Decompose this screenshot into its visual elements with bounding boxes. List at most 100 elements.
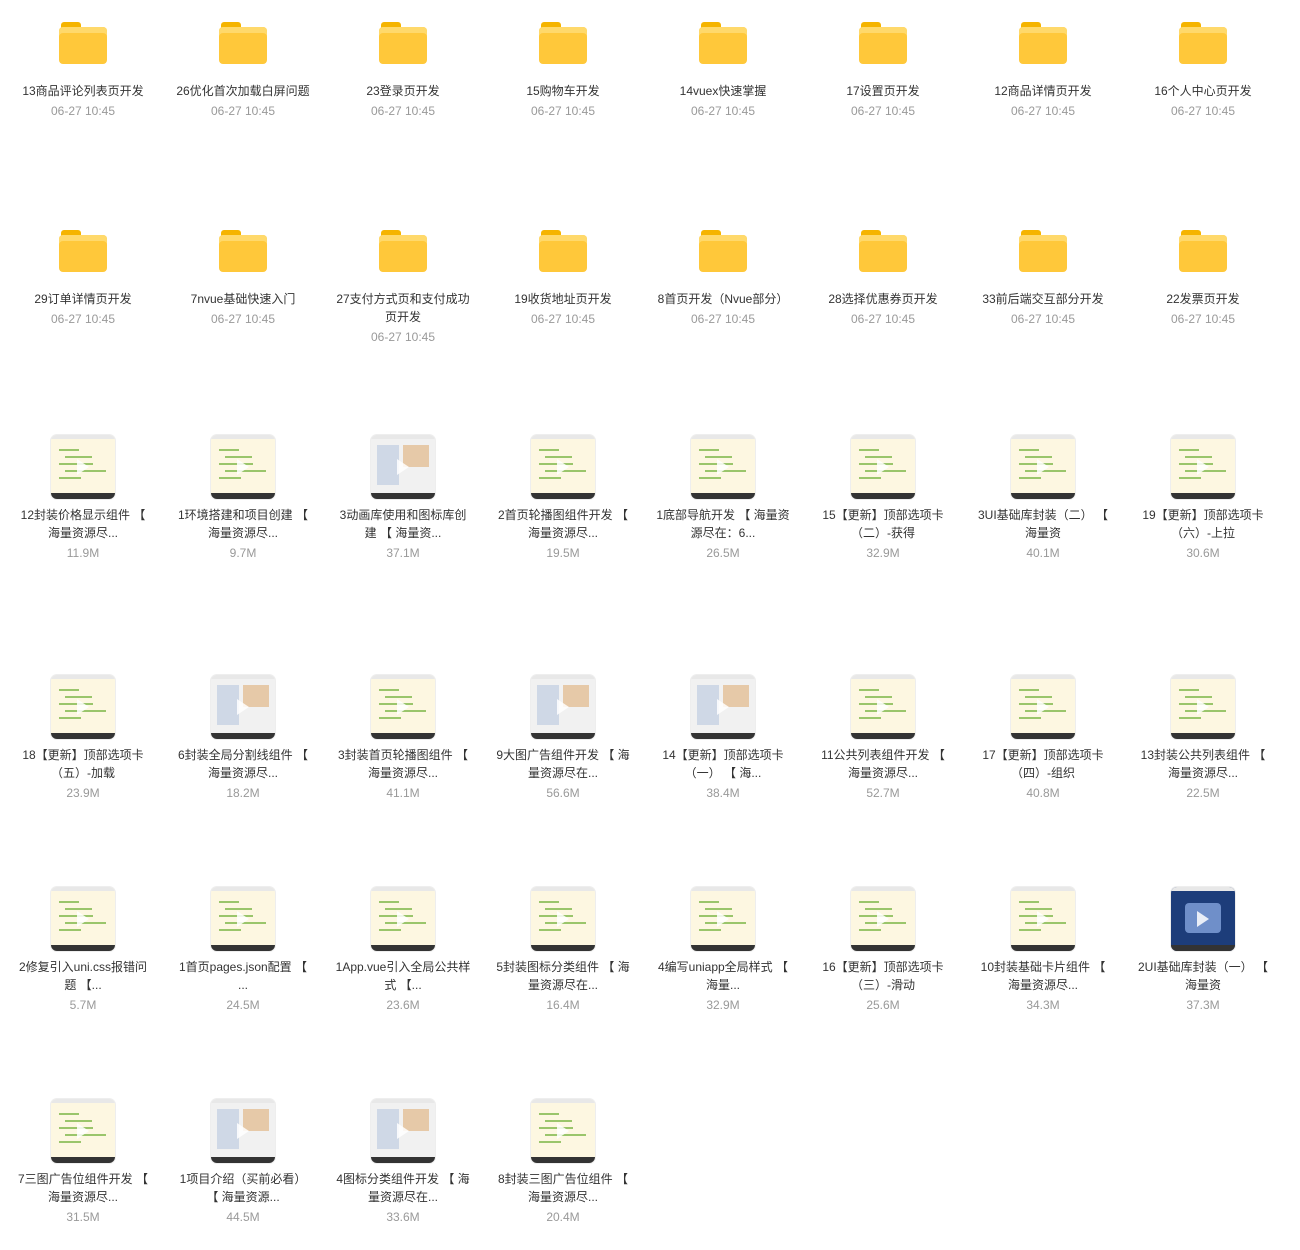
video-item[interactable]: 3封装首页轮播图组件 【 海量资源尽... 41.1M	[328, 672, 478, 802]
play-icon	[77, 1123, 89, 1139]
folder-icon	[1179, 22, 1227, 64]
taskbar	[531, 945, 595, 951]
code-line	[545, 908, 572, 910]
video-thumbnail	[1171, 675, 1235, 739]
video-item[interactable]: 19【更新】顶部选项卡（六）-上拉 30.6M	[1128, 432, 1278, 562]
folder-body	[219, 235, 267, 272]
code-line	[1019, 717, 1041, 719]
video-item[interactable]: 12封装价格显示组件 【 海量资源尽... 11.9M	[8, 432, 158, 562]
video-item[interactable]: 17【更新】顶部选项卡（四）-组织 40.8M	[968, 672, 1118, 802]
thumb-toolbar	[531, 435, 595, 439]
video-item[interactable]: 4编写uniapp全局样式 【 海量... 32.9M	[648, 884, 798, 1014]
video-name: 1首页pages.json配置 【 ...	[178, 960, 308, 992]
folder-item[interactable]: 17设置页开发 06-27 10:45	[808, 8, 958, 120]
folder-item[interactable]: 14vuex快速掌握 06-27 10:45	[648, 8, 798, 120]
video-item[interactable]: 1项目介绍（买前必看） 【 海量资源... 44.5M	[168, 1096, 318, 1226]
play-icon	[397, 1123, 409, 1139]
folder-item[interactable]: 33前后端交互部分开发 06-27 10:45	[968, 216, 1118, 328]
video-item[interactable]: 5封装图标分类组件 【 海量资源尽在... 16.4M	[488, 884, 638, 1014]
video-thumb-wrap	[968, 672, 1118, 742]
thumb-toolbar	[371, 1099, 435, 1103]
play-icon	[1037, 911, 1049, 927]
video-item[interactable]: 1App.vue引入全局公共样式 【... 23.6M	[328, 884, 478, 1014]
video-item[interactable]: 4图标分类组件开发 【 海量资源尽在... 33.6M	[328, 1096, 478, 1226]
video-item[interactable]: 2UI基础库封装（一） 【 海量资 37.3M	[1128, 884, 1278, 1014]
folder-name: 33前后端交互部分开发	[982, 292, 1104, 306]
video-name: 10封装基础卡片组件 【 海量资源尽...	[980, 960, 1106, 992]
video-item[interactable]: 14【更新】顶部选项卡（一） 【 海... 38.4M	[648, 672, 798, 802]
folder-item[interactable]: 23登录页开发 06-27 10:45	[328, 8, 478, 120]
code-line	[1185, 696, 1212, 698]
video-item[interactable]: 9大图广告组件开发 【 海量资源尽在... 56.6M	[488, 672, 638, 802]
video-size: 16.4M	[546, 998, 580, 1012]
play-icon	[237, 1123, 249, 1139]
thumb-toolbar	[371, 887, 435, 891]
video-thumbnail	[51, 675, 115, 739]
video-item[interactable]: 3UI基础库封装（二） 【 海量资 40.1M	[968, 432, 1118, 562]
video-size: 32.9M	[706, 998, 740, 1012]
play-icon	[237, 699, 249, 715]
video-thumb-wrap	[808, 672, 958, 742]
video-item[interactable]: 2修复引入uni.css报错问题 【... 5.7M	[8, 884, 158, 1014]
folder-item[interactable]: 19收货地址页开发 06-27 10:45	[488, 216, 638, 328]
video-item[interactable]: 3动画库使用和图标库创建 【 海量资... 37.1M	[328, 432, 478, 562]
video-thumbnail	[371, 887, 435, 951]
folder-item[interactable]: 28选择优惠券页开发 06-27 10:45	[808, 216, 958, 328]
video-thumb-wrap	[168, 884, 318, 954]
video-item[interactable]: 11公共列表组件开发 【 海量资源尽... 52.7M	[808, 672, 958, 802]
folder-date: 06-27 10:45	[850, 312, 916, 326]
folder-item[interactable]: 12商品详情页开发 06-27 10:45	[968, 8, 1118, 120]
video-thumbnail	[1171, 435, 1235, 499]
code-line	[705, 908, 732, 910]
folder-item[interactable]: 27支付方式页和支付成功页开发 06-27 10:45	[328, 216, 478, 346]
thumb-toolbar	[211, 1099, 275, 1103]
taskbar	[371, 945, 435, 951]
video-size: 41.1M	[386, 786, 420, 800]
video-size: 32.9M	[866, 546, 900, 560]
video-name: 4图标分类组件开发 【 海量资源尽在...	[336, 1172, 470, 1204]
thumb-toolbar	[211, 887, 275, 891]
video-item[interactable]: 16【更新】顶部选项卡（三）-滑动 25.6M	[808, 884, 958, 1014]
video-thumb-wrap	[648, 432, 798, 502]
folder-item[interactable]: 29订单详情页开发 06-27 10:45	[8, 216, 158, 328]
folder-item[interactable]: 16个人中心页开发 06-27 10:45	[1128, 8, 1278, 120]
video-item[interactable]: 13封装公共列表组件 【 海量资源尽... 22.5M	[1128, 672, 1278, 802]
video-item[interactable]: 1首页pages.json配置 【 ... 24.5M	[168, 884, 318, 1014]
video-item[interactable]: 8封装三图广告位组件 【 海量资源尽... 20.4M	[488, 1096, 638, 1226]
video-thumbnail	[1011, 675, 1075, 739]
code-line	[865, 696, 892, 698]
video-item[interactable]: 1环境搭建和项目创建 【 海量资源尽... 9.7M	[168, 432, 318, 562]
video-size: 18.2M	[226, 786, 260, 800]
folder-icon	[699, 22, 747, 64]
taskbar	[531, 733, 595, 739]
video-item[interactable]: 10封装基础卡片组件 【 海量资源尽... 34.3M	[968, 884, 1118, 1014]
folder-item[interactable]: 8首页开发（Nvue部分） 06-27 10:45	[648, 216, 798, 328]
video-name: 7三图广告位组件开发 【 海量资源尽...	[17, 1172, 148, 1204]
video-item[interactable]: 15【更新】顶部选项卡（二）-获得 32.9M	[808, 432, 958, 562]
code-line	[1025, 696, 1052, 698]
taskbar	[1011, 493, 1075, 499]
video-thumb-wrap	[328, 1096, 478, 1166]
video-item[interactable]: 6封装全局分割线组件 【 海量资源尽... 18.2M	[168, 672, 318, 802]
video-item[interactable]: 1底部导航开发 【 海量资源尽在：6... 26.5M	[648, 432, 798, 562]
folder-item[interactable]: 26优化首次加载白屏问题 06-27 10:45	[168, 8, 318, 120]
folder-name: 15购物车开发	[526, 84, 600, 98]
video-item[interactable]: 7三图广告位组件开发 【 海量资源尽... 31.5M	[8, 1096, 158, 1226]
folder-item[interactable]: 22发票页开发 06-27 10:45	[1128, 216, 1278, 328]
code-line	[379, 901, 399, 903]
play-icon	[717, 699, 729, 715]
folder-thumb	[168, 8, 318, 78]
video-thumbnail	[531, 675, 595, 739]
video-item[interactable]: 2首页轮播图组件开发 【 海量资源尽... 19.5M	[488, 432, 638, 562]
folder-name: 27支付方式页和支付成功页开发	[336, 292, 470, 324]
video-item[interactable]: 18【更新】顶部选项卡（五）-加载 23.9M	[8, 672, 158, 802]
folder-item[interactable]: 7nvue基础快速入门 06-27 10:45	[168, 216, 318, 328]
video-name: 1项目介绍（买前必看） 【 海量资源...	[179, 1172, 307, 1204]
code-line	[545, 1120, 572, 1122]
video-name: 18【更新】顶部选项卡（五）-加载	[22, 748, 144, 780]
folder-item[interactable]: 15购物车开发 06-27 10:45	[488, 8, 638, 120]
folder-item[interactable]: 13商品评论列表页开发 06-27 10:45	[8, 8, 158, 120]
video-thumbnail	[531, 887, 595, 951]
video-size: 5.7M	[69, 998, 97, 1012]
code-line	[545, 456, 572, 458]
